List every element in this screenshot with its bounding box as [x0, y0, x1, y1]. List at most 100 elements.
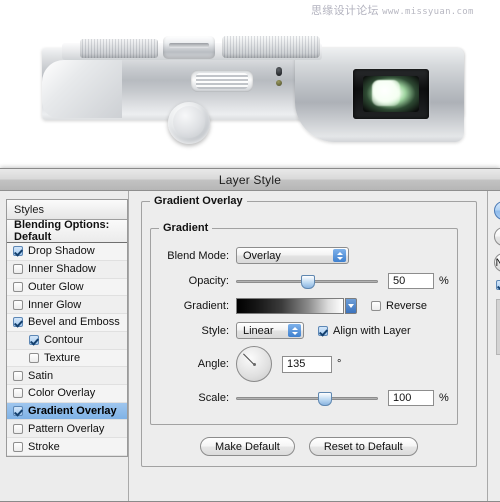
checkbox-icon-contour[interactable]	[29, 335, 39, 346]
styles-list-box: Styles Blending Options: Default Drop Sh…	[6, 199, 128, 457]
gradient-label: Gradient:	[183, 299, 229, 312]
gradient-overlay-group: Gradient Overlay Gradient Blend Mode: Ov…	[141, 195, 477, 467]
sidebar-label-inner-glow: Inner Glow	[28, 298, 82, 311]
sidebar-label-texture: Texture	[44, 351, 81, 364]
camera-mode-dial	[80, 39, 158, 58]
sidebar-label-contour: Contour	[44, 334, 84, 347]
sidebar-item-gradient-overlay[interactable]: Gradient Overlay	[7, 402, 127, 421]
sidebar-label-bevel-and-emboss: Bevel and Emboss	[28, 316, 120, 329]
angle-dial[interactable]	[236, 346, 272, 382]
blending-options-label: Blending Options: Default	[14, 219, 110, 244]
blend-mode-label: Blend Mode:	[167, 249, 229, 262]
checkbox-icon-reverse[interactable]	[371, 300, 381, 311]
style-label: Style:	[201, 324, 229, 337]
reverse-checkbox-row[interactable]: Reverse	[371, 300, 427, 312]
align-with-layer-label: Align with Layer	[333, 324, 411, 337]
opacity-input[interactable]: 50	[388, 272, 434, 289]
sidebar-item-inner-glow[interactable]: Inner Glow	[7, 296, 127, 315]
sidebar-item-bevel-and-emboss[interactable]: Bevel and Emboss	[7, 314, 127, 332]
default-buttons-row: Make Default Reset to Default	[150, 437, 468, 456]
checkbox-icon-bevel-and-emboss[interactable]	[13, 317, 23, 328]
sidebar-item-inner-shadow[interactable]: Inner Shadow	[7, 260, 127, 279]
align-with-layer-row[interactable]: Align with Layer	[318, 325, 411, 337]
gradient-overlay-panel: Gradient Overlay Gradient Blend Mode: Ov…	[129, 191, 488, 501]
gradient-row: Gradient: Reverse	[157, 295, 449, 316]
checkbox-icon-color-overlay[interactable]	[13, 388, 23, 399]
sidebar-label-stroke: Stroke	[28, 440, 60, 453]
styles-header[interactable]: Styles	[7, 200, 127, 221]
angle-row: Angle: 135 °	[157, 345, 449, 383]
sidebar-label-pattern-overlay: Pattern Overlay	[28, 422, 105, 435]
sidebar-item-texture[interactable]: Texture	[7, 349, 127, 368]
action-column: OK Cancel New Style... Preview	[488, 191, 500, 501]
stepper-arrows-icon[interactable]	[333, 249, 346, 262]
checkbox-icon-outer-glow[interactable]	[13, 281, 23, 292]
checkbox-icon-stroke[interactable]	[13, 441, 23, 452]
ok-button[interactable]: OK	[493, 201, 500, 220]
scale-slider-track	[236, 396, 378, 400]
stepper-arrows-icon-style[interactable]	[288, 324, 301, 337]
opacity-unit: %	[439, 274, 449, 287]
checkbox-icon-gradient-overlay[interactable]	[13, 406, 23, 417]
sidebar-item-color-overlay[interactable]: Color Overlay	[7, 385, 127, 403]
scale-row: Scale: 100 %	[157, 387, 449, 408]
new-style-button[interactable]: New Style...	[493, 253, 500, 272]
make-default-button[interactable]: Make Default	[200, 437, 295, 456]
sidebar-label-color-overlay: Color Overlay	[28, 387, 96, 400]
checkbox-icon-pattern-overlay[interactable]	[13, 423, 23, 434]
angle-hub-icon	[252, 362, 256, 366]
style-value: Linear	[243, 324, 274, 337]
reverse-label: Reverse	[386, 299, 427, 312]
cancel-button[interactable]: Cancel	[493, 227, 500, 246]
camera-command-dial	[222, 36, 320, 58]
checkbox-icon-align-with-layer[interactable]	[318, 325, 328, 336]
blend-mode-row: Blend Mode: Overlay	[157, 245, 449, 266]
checkbox-icon-inner-shadow[interactable]	[13, 264, 23, 275]
sidebar-label-gradient-overlay: Gradient Overlay	[28, 405, 117, 418]
gradient-group: Gradient Blend Mode: Overlay Opacity: 50…	[150, 222, 458, 425]
sidebar-label-outer-glow: Outer Glow	[28, 280, 84, 293]
sidebar-item-stroke[interactable]: Stroke	[7, 438, 127, 456]
reset-to-default-button[interactable]: Reset to Default	[308, 437, 418, 456]
gradient-group-title: Gradient	[159, 222, 213, 234]
opacity-label: Opacity:	[188, 274, 229, 287]
angle-input[interactable]: 135	[282, 355, 332, 373]
sidebar-item-pattern-overlay[interactable]: Pattern Overlay	[7, 420, 127, 439]
scale-label: Scale:	[198, 391, 229, 404]
sidebar-item-contour[interactable]: Contour	[7, 331, 127, 350]
preview-checkbox-row[interactable]: Preview	[495, 279, 500, 291]
scale-unit: %	[439, 391, 449, 404]
camera-hotshoe	[163, 36, 215, 59]
sidebar-item-satin[interactable]: Satin	[7, 367, 127, 385]
style-select[interactable]: Linear	[236, 322, 304, 339]
sidebar-item-outer-glow[interactable]: Outer Glow	[7, 278, 127, 297]
sidebar-label-drop-shadow: Drop Shadow	[28, 245, 95, 258]
gradient-preview-swatch[interactable]	[236, 297, 344, 314]
styles-column: Styles Blending Options: Default Drop Sh…	[0, 191, 129, 501]
checkbox-icon-preview[interactable]	[495, 280, 500, 290]
checkbox-icon-satin[interactable]	[13, 370, 23, 381]
scale-input[interactable]: 100	[388, 389, 434, 406]
checkbox-icon-inner-glow[interactable]	[13, 299, 23, 310]
style-row: Style: Linear Align with Layer	[157, 320, 449, 341]
blend-mode-select[interactable]: Overlay	[236, 247, 349, 264]
preview-thumbnail	[495, 299, 500, 355]
sidebar-item-blending-options[interactable]: Blending Options: Default	[7, 219, 127, 244]
opacity-slider[interactable]	[236, 274, 378, 289]
opacity-slider-knob[interactable]	[301, 274, 315, 289]
camera-left-taper	[42, 60, 122, 118]
scale-slider-knob[interactable]	[318, 391, 333, 406]
screenshot-root: 思缘设计论坛 www.missyuan.com Layer Style Styl…	[0, 0, 500, 502]
styles-header-label: Styles	[14, 203, 44, 216]
gradient-picker-dropdown-icon[interactable]	[345, 297, 357, 314]
layer-style-dialog: Layer Style Styles Blending Options: Def…	[0, 168, 500, 502]
scale-slider[interactable]	[236, 391, 378, 406]
camera-led-icon	[276, 80, 282, 86]
camera-port-icon	[276, 67, 282, 76]
sidebar-item-drop-shadow[interactable]: Drop Shadow	[7, 243, 127, 261]
angle-unit: °	[337, 358, 342, 370]
camera-speaker-grille	[191, 70, 253, 92]
dialog-titlebar[interactable]: Layer Style	[0, 169, 500, 191]
checkbox-icon-texture[interactable]	[29, 352, 39, 363]
checkbox-icon-drop-shadow[interactable]	[13, 246, 23, 257]
